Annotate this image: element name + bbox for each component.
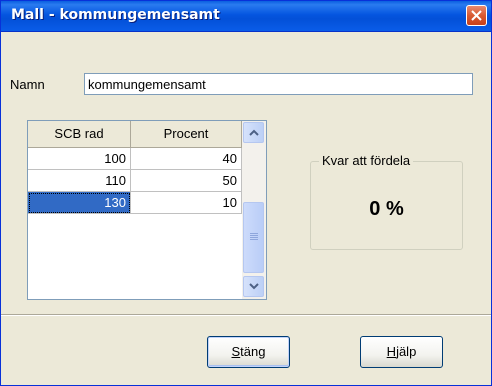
close-icon: [471, 10, 482, 21]
table-row[interactable]: 100 40: [28, 148, 242, 170]
remaining-groupbox: Kvar att fördela 0 %: [310, 153, 463, 250]
close-button-mnemonic: S: [231, 344, 241, 359]
grid-header: SCB rad Procent: [28, 121, 242, 148]
distribution-grid: SCB rad Procent 100 40 110 50 130 10: [27, 120, 267, 300]
cell-procent[interactable]: 10: [131, 192, 242, 214]
cell-procent[interactable]: 40: [131, 148, 242, 170]
name-label: Namn: [10, 77, 45, 92]
column-header-scb-rad[interactable]: SCB rad: [28, 121, 131, 147]
help-button-mnemonic: H: [386, 344, 397, 359]
divider: [1, 314, 491, 316]
close-button-label: täng: [240, 344, 266, 359]
grip-line: [250, 239, 258, 240]
title-bar[interactable]: Mall - kommungemensamt: [1, 1, 491, 32]
table-row[interactable]: 110 50: [28, 170, 242, 192]
close-window-button[interactable]: [466, 5, 487, 26]
close-button[interactable]: Stäng: [207, 336, 290, 368]
window-title: Mall - kommungemensamt: [11, 7, 220, 23]
cell-scb-rad[interactable]: 110: [28, 170, 131, 192]
cell-procent[interactable]: 50: [131, 170, 242, 192]
grip-line: [250, 235, 258, 236]
remaining-title: Kvar att fördela: [319, 153, 414, 168]
vertical-scrollbar[interactable]: [242, 121, 266, 299]
table-row-selected[interactable]: 130 10: [28, 192, 242, 214]
cell-scb-rad[interactable]: 100: [28, 148, 131, 170]
scroll-down-button[interactable]: [243, 276, 264, 297]
help-button[interactable]: Hjälp: [360, 336, 443, 368]
grip-line: [250, 233, 258, 234]
scroll-thumb[interactable]: [243, 202, 264, 273]
chevron-up-icon: [249, 129, 259, 136]
dialog-window: Mall - kommungemensamt Namn kommungemens…: [0, 0, 492, 386]
name-input[interactable]: kommungemensamt: [84, 73, 473, 95]
help-button-label: jälp: [396, 344, 417, 359]
grip-line: [250, 237, 258, 238]
chevron-down-icon: [249, 283, 259, 290]
column-header-procent[interactable]: Procent: [131, 121, 242, 147]
scroll-up-button[interactable]: [243, 122, 264, 143]
remaining-value: 0 %: [369, 198, 404, 220]
cell-scb-rad-selected[interactable]: 130: [28, 192, 131, 214]
